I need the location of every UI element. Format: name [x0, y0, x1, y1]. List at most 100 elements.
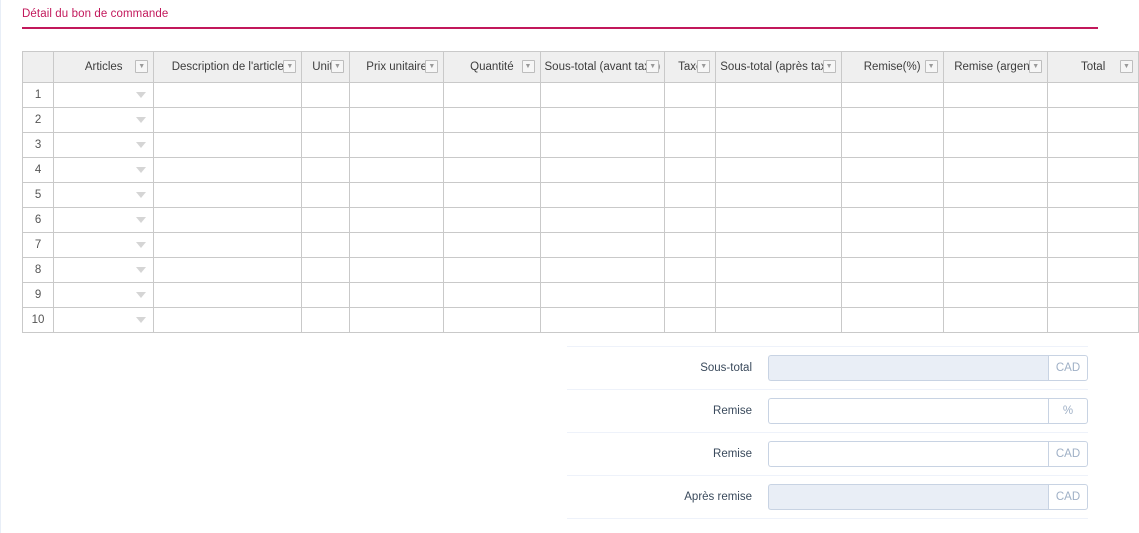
cell-rem_pct[interactable] [840, 107, 944, 133]
cell-st_avant[interactable] [539, 257, 666, 283]
cell-taxe[interactable] [664, 257, 717, 283]
caret-down-icon[interactable] [136, 167, 147, 173]
caret-down-icon[interactable] [136, 267, 147, 273]
cell-rem_arg[interactable] [942, 157, 1049, 183]
grid-header-taxe[interactable]: Taxe ▼ [664, 51, 717, 83]
cell-total[interactable] [1047, 132, 1139, 158]
cell-rem_arg[interactable] [942, 257, 1049, 283]
cell-prix[interactable] [348, 232, 445, 258]
caret-down-icon[interactable] [136, 142, 147, 148]
cell-rem_pct[interactable] [840, 132, 944, 158]
cell-taxe[interactable] [664, 207, 717, 233]
cell-taxe[interactable] [664, 307, 717, 333]
cell-prix[interactable] [348, 182, 445, 208]
cell-total[interactable] [1047, 282, 1139, 308]
cell-desc[interactable] [153, 257, 303, 283]
filter-icon[interactable]: ▼ [1120, 60, 1133, 73]
cell-desc[interactable] [153, 157, 303, 183]
caret-down-icon[interactable] [136, 217, 147, 223]
cell-taxe[interactable] [664, 132, 717, 158]
cell-st_apres[interactable] [715, 182, 842, 208]
caret-down-icon[interactable] [136, 92, 147, 98]
filter-icon[interactable]: ▼ [283, 60, 297, 73]
cell-qte[interactable] [443, 282, 541, 308]
cell-total[interactable] [1047, 107, 1139, 133]
cell-total[interactable] [1047, 232, 1139, 258]
filter-icon[interactable]: ▼ [646, 60, 660, 73]
cell-rem_pct[interactable] [840, 157, 944, 183]
cell-st_avant[interactable] [539, 157, 666, 183]
cell-prix[interactable] [348, 257, 445, 283]
grid-header-articles[interactable]: Articles ▼ [53, 51, 155, 83]
cell-rem_arg[interactable] [942, 107, 1049, 133]
cell-desc[interactable] [153, 307, 303, 333]
cell-rem_pct[interactable] [840, 82, 944, 108]
cell-prix[interactable] [348, 82, 445, 108]
cell-qte[interactable] [443, 257, 541, 283]
grid-header-st_apres[interactable]: Sous-total (après taxe) ▼ [715, 51, 842, 83]
totals-input[interactable] [768, 398, 1048, 424]
cell-desc[interactable] [153, 132, 303, 158]
cell-rem_arg[interactable] [942, 82, 1049, 108]
cell-rem_arg[interactable] [942, 207, 1049, 233]
cell-desc[interactable] [153, 182, 303, 208]
grid-header-rem_pct[interactable]: Remise(%) ▼ [840, 51, 944, 83]
cell-st_avant[interactable] [539, 107, 666, 133]
filter-icon[interactable]: ▼ [822, 60, 836, 73]
cell-articles[interactable] [53, 282, 155, 308]
cell-articles[interactable] [53, 232, 155, 258]
cell-prix[interactable] [348, 282, 445, 308]
cell-desc[interactable] [153, 107, 303, 133]
cell-unite[interactable] [301, 257, 350, 283]
cell-articles[interactable] [53, 157, 155, 183]
cell-rem_pct[interactable] [840, 232, 944, 258]
cell-rem_arg[interactable] [942, 232, 1049, 258]
cell-total[interactable] [1047, 157, 1139, 183]
cell-unite[interactable] [301, 182, 350, 208]
filter-icon[interactable]: ▼ [697, 60, 711, 73]
cell-unite[interactable] [301, 82, 350, 108]
cell-unite[interactable] [301, 132, 350, 158]
grid-header-unite[interactable]: Unité ▼ [301, 51, 350, 83]
grid-header-total[interactable]: Total ▼ [1047, 51, 1139, 83]
cell-qte[interactable] [443, 307, 541, 333]
cell-total[interactable] [1047, 182, 1139, 208]
grid-header-qte[interactable]: Quantité ▼ [443, 51, 541, 83]
cell-articles[interactable] [53, 307, 155, 333]
cell-total[interactable] [1047, 207, 1139, 233]
cell-unite[interactable] [301, 157, 350, 183]
caret-down-icon[interactable] [136, 117, 147, 123]
cell-desc[interactable] [153, 232, 303, 258]
cell-rem_pct[interactable] [840, 182, 944, 208]
cell-st_apres[interactable] [715, 282, 842, 308]
cell-qte[interactable] [443, 207, 541, 233]
cell-taxe[interactable] [664, 107, 717, 133]
cell-taxe[interactable] [664, 182, 717, 208]
caret-down-icon[interactable] [136, 242, 147, 248]
grid-header-prix[interactable]: Prix unitaire ▼ [348, 51, 445, 83]
cell-unite[interactable] [301, 307, 350, 333]
cell-articles[interactable] [53, 257, 155, 283]
cell-rem_arg[interactable] [942, 307, 1049, 333]
caret-down-icon[interactable] [136, 317, 147, 323]
grid-header-rownum[interactable] [21, 51, 55, 83]
cell-st_apres[interactable] [715, 107, 842, 133]
cell-rem_pct[interactable] [840, 257, 944, 283]
cell-prix[interactable] [348, 207, 445, 233]
cell-qte[interactable] [443, 132, 541, 158]
grid-header-rem_arg[interactable]: Remise (argent) ▼ [942, 51, 1049, 83]
cell-articles[interactable] [53, 82, 155, 108]
cell-taxe[interactable] [664, 82, 717, 108]
cell-total[interactable] [1047, 307, 1139, 333]
cell-rem_arg[interactable] [942, 282, 1049, 308]
cell-articles[interactable] [53, 182, 155, 208]
cell-prix[interactable] [348, 157, 445, 183]
cell-st_apres[interactable] [715, 132, 842, 158]
cell-qte[interactable] [443, 107, 541, 133]
cell-qte[interactable] [443, 182, 541, 208]
filter-icon[interactable]: ▼ [1029, 60, 1043, 73]
cell-articles[interactable] [53, 207, 155, 233]
cell-st_avant[interactable] [539, 182, 666, 208]
cell-rem_pct[interactable] [840, 307, 944, 333]
cell-prix[interactable] [348, 307, 445, 333]
